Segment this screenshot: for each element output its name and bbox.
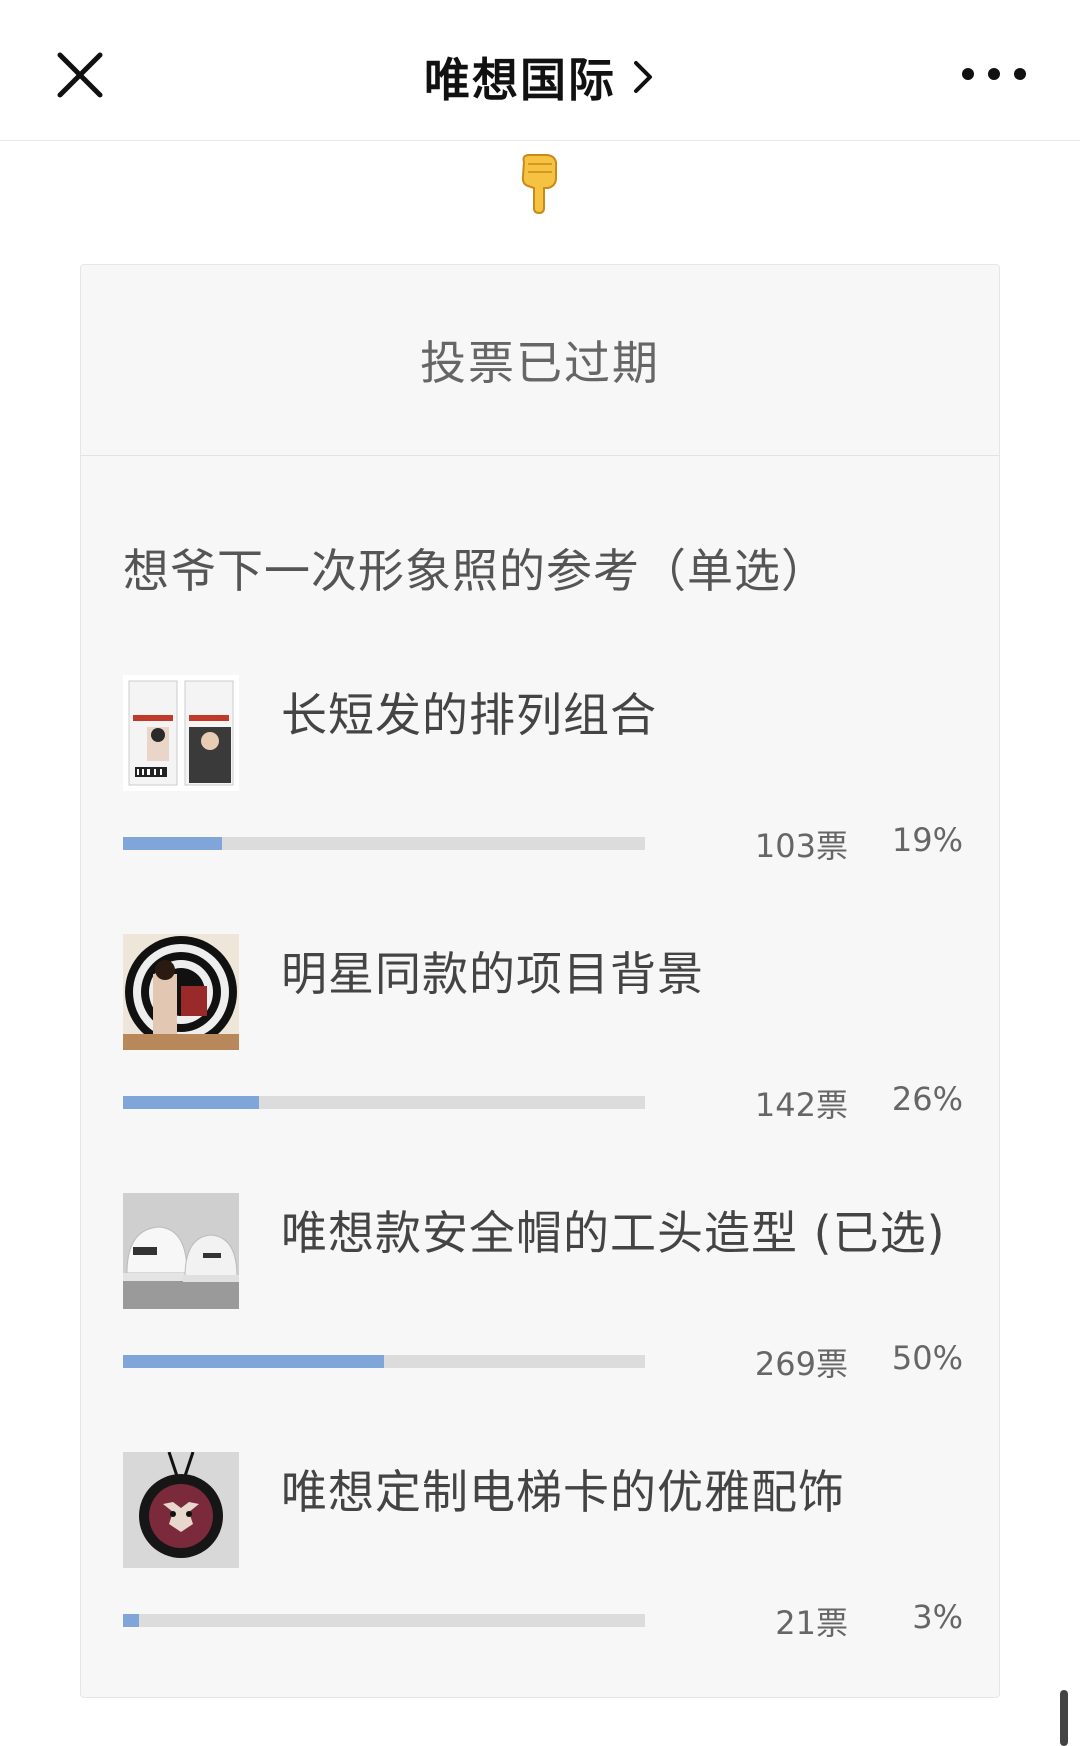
option-label: 唯想定制电梯卡的优雅配饰 <box>281 1465 845 1519</box>
pointing-down-hand-icon <box>521 154 557 214</box>
chevron-right-icon <box>634 61 652 93</box>
page-title: 唯想国际 <box>424 53 616 107</box>
spiral-backdrop-photo-thumbnail <box>123 934 239 1050</box>
poll-expired-label: 投票已过期 <box>420 336 660 390</box>
option-percent: 50% <box>891 1339 963 1377</box>
vote-progress-fill <box>123 1614 139 1627</box>
poll-option[interactable]: 明星同款的项目背景 142票 26% <box>123 934 963 1154</box>
vote-progress-track <box>123 837 645 850</box>
option-percent: 26% <box>891 1080 963 1118</box>
poll-question: 想爷下一次形象照的参考（单选） <box>123 544 828 598</box>
more-dots-icon[interactable] <box>958 62 1030 86</box>
option-label: 唯想款安全帽的工头造型 (已选) <box>281 1206 946 1260</box>
option-label: 长短发的排列组合 <box>281 688 657 742</box>
id-card-photos-thumbnail <box>123 675 239 791</box>
nav-title-container: 唯想国际 <box>0 44 1080 110</box>
poll-option[interactable]: 唯想定制电梯卡的优雅配饰 21票 3% <box>123 1452 963 1672</box>
vote-progress-fill <box>123 1355 384 1368</box>
option-percent: 3% <box>912 1598 963 1636</box>
top-nav-bar: 唯想国际 <box>0 0 1080 141</box>
tiger-pendant-thumbnail <box>123 1452 239 1568</box>
poll-option[interactable]: 长短发的排列组合 103票 19% <box>123 675 963 895</box>
option-vote-count: 269票 <box>754 1345 848 1383</box>
poll-option[interactable]: 唯想款安全帽的工头造型 (已选) 269票 50% <box>123 1193 963 1413</box>
option-vote-count: 142票 <box>754 1086 848 1124</box>
hard-hats-thumbnail <box>123 1193 239 1309</box>
option-label: 明星同款的项目背景 <box>281 947 704 1001</box>
vote-progress-track <box>123 1096 645 1109</box>
option-vote-count: 21票 <box>775 1604 848 1642</box>
account-name-link[interactable]: 唯想国际 <box>424 44 656 110</box>
poll-status-header: 投票已过期 <box>81 265 999 456</box>
poll-card: 投票已过期 想爷下一次形象照的参考（单选） 长短发的排列组合 103票 19% <box>80 264 1000 1698</box>
scrollbar-thumb[interactable] <box>1060 1690 1068 1746</box>
option-vote-count: 103票 <box>754 827 848 865</box>
vote-progress-track <box>123 1355 645 1368</box>
vote-progress-fill <box>123 1096 259 1109</box>
option-percent: 19% <box>891 821 963 859</box>
vote-progress-fill <box>123 837 223 850</box>
vote-progress-track <box>123 1614 645 1627</box>
